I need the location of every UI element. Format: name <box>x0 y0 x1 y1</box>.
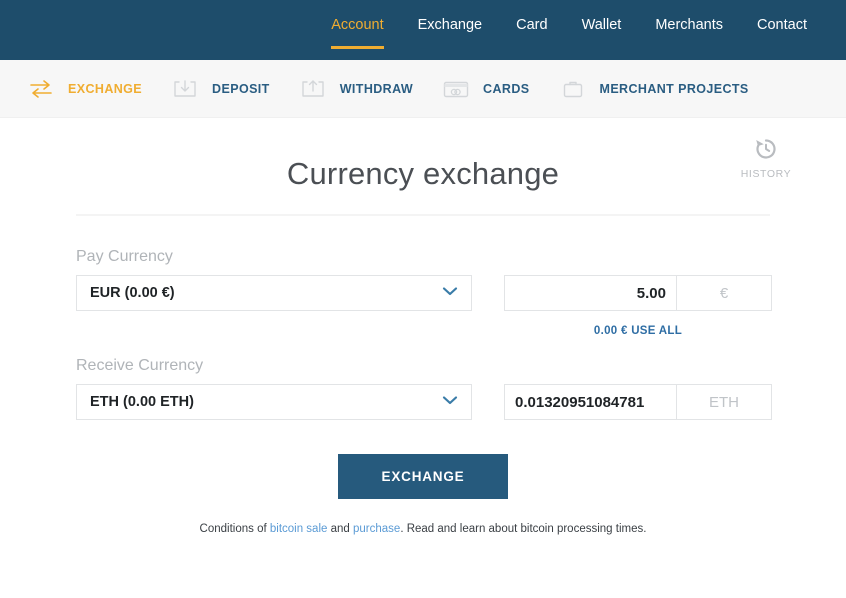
footnote-middle: and <box>327 523 353 535</box>
title-divider <box>76 214 770 216</box>
deposit-tray-down-icon <box>170 77 200 101</box>
subnav-item-deposit[interactable]: DEPOSIT <box>156 60 284 118</box>
receive-currency-symbol: ETH <box>676 384 772 420</box>
briefcase-icon <box>558 77 588 101</box>
nav-item-merchants[interactable]: Merchants <box>638 0 740 33</box>
subnav-label-exchange: EXCHANGE <box>68 81 143 96</box>
receive-amount-input[interactable] <box>504 384 676 420</box>
pay-currency-label: Pay Currency <box>76 248 173 265</box>
submit-row: EXCHANGE <box>76 454 770 499</box>
nav-label-exchange: Exchange <box>417 17 483 33</box>
pay-currency-select[interactable]: EUR (0.00 €) <box>76 275 472 311</box>
nav-item-card[interactable]: Card <box>499 0 564 33</box>
exchange-arrows-icon <box>26 77 56 101</box>
pay-currency-symbol: € <box>676 275 772 311</box>
nav-label-wallet: Wallet <box>581 17 622 33</box>
pay-use-all-row: 0.00 € USE ALL <box>504 317 772 345</box>
footnote-prefix: Conditions of <box>199 523 270 535</box>
page-title: Currency exchange <box>286 156 560 191</box>
nav-label-merchants: Merchants <box>655 17 724 33</box>
subnav-item-exchange[interactable]: EXCHANGE <box>12 60 156 118</box>
history-label: HISTORY <box>740 168 792 180</box>
receive-currency-selected-value: ETH (0.00 ETH) <box>90 394 194 410</box>
top-nav-list: Account Exchange Card Wallet Merchants C… <box>314 0 824 60</box>
nav-label-card: Card <box>516 17 548 33</box>
chevron-down-icon <box>441 393 459 411</box>
pay-amount-column: € <box>504 275 772 311</box>
nav-label-contact: Contact <box>757 17 807 33</box>
nav-item-contact[interactable]: Contact <box>740 0 824 33</box>
footnote-text: Conditions of bitcoin sale and purchase.… <box>76 523 770 535</box>
history-clock-arrow-icon <box>734 136 798 167</box>
history-button[interactable]: HISTORY <box>734 136 798 180</box>
receive-currency-select[interactable]: ETH (0.00 ETH) <box>76 384 472 420</box>
chevron-down-icon <box>441 284 459 302</box>
subnav-label-withdraw: WITHDRAW <box>339 81 414 96</box>
receive-currency-row: Receive Currency ETH (0.00 ETH) ETH <box>76 357 772 420</box>
secondary-navigation-bar: EXCHANGE DEPOSIT WITHDRAW CARDS MERCHANT… <box>0 60 846 118</box>
footnote-suffix: . Read and learn about bitcoin processin… <box>400 523 647 535</box>
purchase-link[interactable]: purchase <box>353 523 400 535</box>
subnav-item-merchant-projects[interactable]: MERCHANT PROJECTS <box>544 60 763 118</box>
pay-amount-group: € <box>504 275 772 311</box>
subnav-item-cards[interactable]: CARDS <box>427 60 543 118</box>
receive-amount-column: ETH <box>504 384 772 420</box>
withdraw-tray-up-icon <box>298 77 328 101</box>
subnav-item-withdraw[interactable]: WITHDRAW <box>284 60 427 118</box>
pay-amount-input[interactable] <box>504 275 676 311</box>
pay-currency-row: Pay Currency EUR (0.00 €) € <box>76 248 772 311</box>
nav-item-account[interactable]: Account <box>314 0 400 49</box>
nav-item-exchange[interactable]: Exchange <box>401 0 500 33</box>
receive-currency-select-column: Receive Currency ETH (0.00 ETH) <box>76 357 472 420</box>
pay-currency-selected-value: EUR (0.00 €) <box>90 285 175 301</box>
subnav-label-merchant-projects: MERCHANT PROJECTS <box>599 81 749 96</box>
receive-currency-label: Receive Currency <box>76 357 204 374</box>
page-header: Currency exchange HISTORY <box>76 118 791 216</box>
receive-amount-group: ETH <box>504 384 772 420</box>
main-content: Currency exchange HISTORY Pay Currency E… <box>0 118 846 535</box>
subnav-label-deposit: DEPOSIT <box>212 81 270 96</box>
exchange-submit-button[interactable]: EXCHANGE <box>337 454 509 499</box>
subnav-label-cards: CARDS <box>483 81 530 96</box>
currency-exchange-form: Pay Currency EUR (0.00 €) € <box>76 248 772 535</box>
nav-label-account: Account <box>331 17 384 33</box>
nav-item-wallet[interactable]: Wallet <box>565 0 639 33</box>
top-navigation-bar: Account Exchange Card Wallet Merchants C… <box>0 0 846 60</box>
credit-card-icon <box>441 77 471 101</box>
use-all-link[interactable]: 0.00 € USE ALL <box>594 325 682 337</box>
bitcoin-sale-link[interactable]: bitcoin sale <box>270 523 328 535</box>
pay-currency-select-column: Pay Currency EUR (0.00 €) <box>76 248 472 311</box>
